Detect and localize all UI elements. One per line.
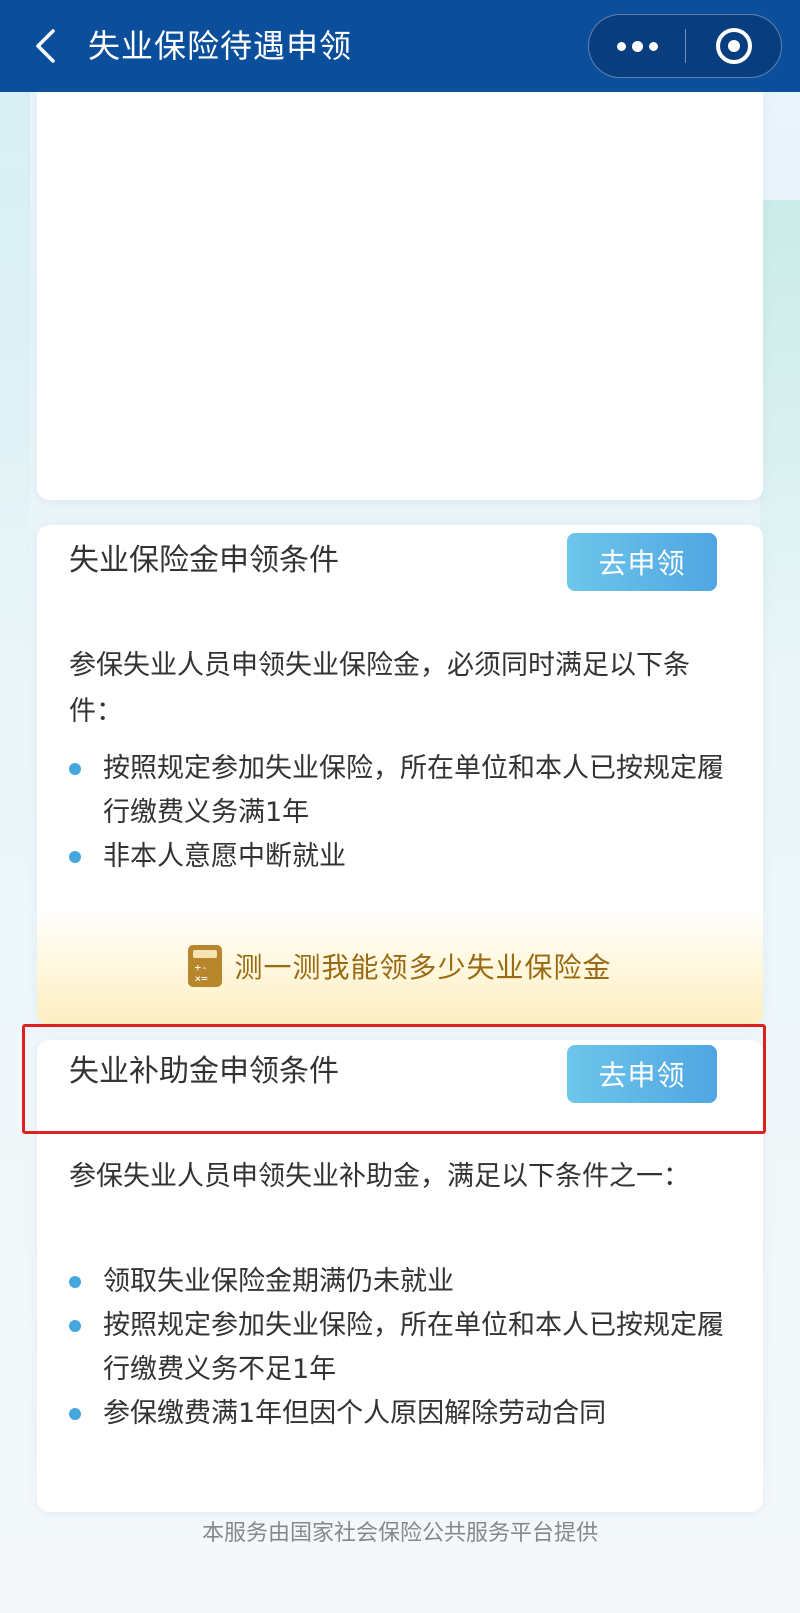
- bullet-dot: [69, 1408, 81, 1420]
- list-item: 参保缴费满1年但因个人原因解除劳动合同: [69, 1392, 729, 1436]
- navigation-bar: 失业保险待遇申领: [0, 0, 800, 92]
- mini-program-capsule: [588, 14, 782, 78]
- subsidy-card-title: 失业补助金申领条件: [69, 1054, 339, 1089]
- insurance-condition-list: 按照规定参加失业保险，所在单位和本人已按规定履行缴费义务满1年 非本人意愿中断就…: [69, 747, 729, 879]
- chevron-left-icon: [36, 29, 55, 63]
- back-button[interactable]: [26, 24, 66, 68]
- condition-text: 按照规定参加失业保险，所在单位和本人已按规定履行缴费义务不足1年: [103, 1310, 724, 1385]
- condition-text: 非本人意愿中断就业: [103, 841, 346, 872]
- subsidy-intro: 参保失业人员申领失业补助金，满足以下条件之一：: [69, 1161, 690, 1192]
- insurance-apply-button[interactable]: 去申领: [567, 533, 717, 591]
- more-dots-icon: [616, 41, 626, 51]
- list-item: 非本人意愿中断就业: [69, 835, 729, 879]
- more-dots-icon-right: [648, 41, 658, 51]
- condition-text: 按照规定参加失业保险，所在单位和本人已按规定履行缴费义务满1年: [103, 753, 724, 828]
- background-decoration-left: [0, 90, 30, 690]
- bullet-dot: [69, 763, 81, 775]
- page-title: 失业保险待遇申领: [88, 27, 353, 65]
- subsidy-apply-button[interactable]: 去申领: [567, 1045, 717, 1103]
- calculator-link-text: 测一测我能领多少失业保险金: [234, 951, 612, 984]
- bullet-dot: [69, 1276, 81, 1288]
- bullet-dot: [69, 1320, 81, 1332]
- list-item: 按照规定参加失业保险，所在单位和本人已按规定履行缴费义务不足1年: [69, 1304, 729, 1392]
- insurance-intro: 参保失业人员申领失业保险金，必须同时满足以下条件：: [69, 650, 690, 727]
- insurance-card-title: 失业保险金申领条件: [69, 543, 339, 578]
- condition-text: 参保缴费满1年但因个人原因解除劳动合同: [103, 1398, 607, 1429]
- close-button[interactable]: [686, 15, 781, 77]
- more-dots-icon-center: [631, 40, 643, 52]
- condition-text: 领取失业保险金期满仍未就业: [103, 1266, 454, 1297]
- list-item: 领取失业保险金期满仍未就业: [69, 1260, 729, 1304]
- calculator-icon: +- ×=: [188, 945, 223, 987]
- close-target-icon: [715, 28, 752, 64]
- more-button[interactable]: [589, 15, 685, 77]
- subsidy-condition-list: 领取失业保险金期满仍未就业 按照规定参加失业保险，所在单位和本人已按规定履行缴费…: [69, 1260, 729, 1436]
- insurance-conditions-card: 失业保险金申领条件 去申领 参保失业人员申领失业保险金，必须同时满足以下条件： …: [37, 525, 763, 1025]
- background-decoration-right: [760, 200, 800, 680]
- subsidy-conditions-card: 失业补助金申领条件 去申领 参保失业人员申领失业补助金，满足以下条件之一： 领取…: [37, 1040, 763, 1512]
- top-card: [37, 92, 763, 500]
- footer-text: 本服务由国家社会保险公共服务平台提供: [201, 1521, 598, 1546]
- list-item: 按照规定参加失业保险，所在单位和本人已按规定履行缴费义务满1年: [69, 747, 729, 835]
- bullet-dot: [69, 851, 81, 863]
- calculator-link[interactable]: +- ×= 测一测我能领多少失业保险金: [37, 907, 763, 1025]
